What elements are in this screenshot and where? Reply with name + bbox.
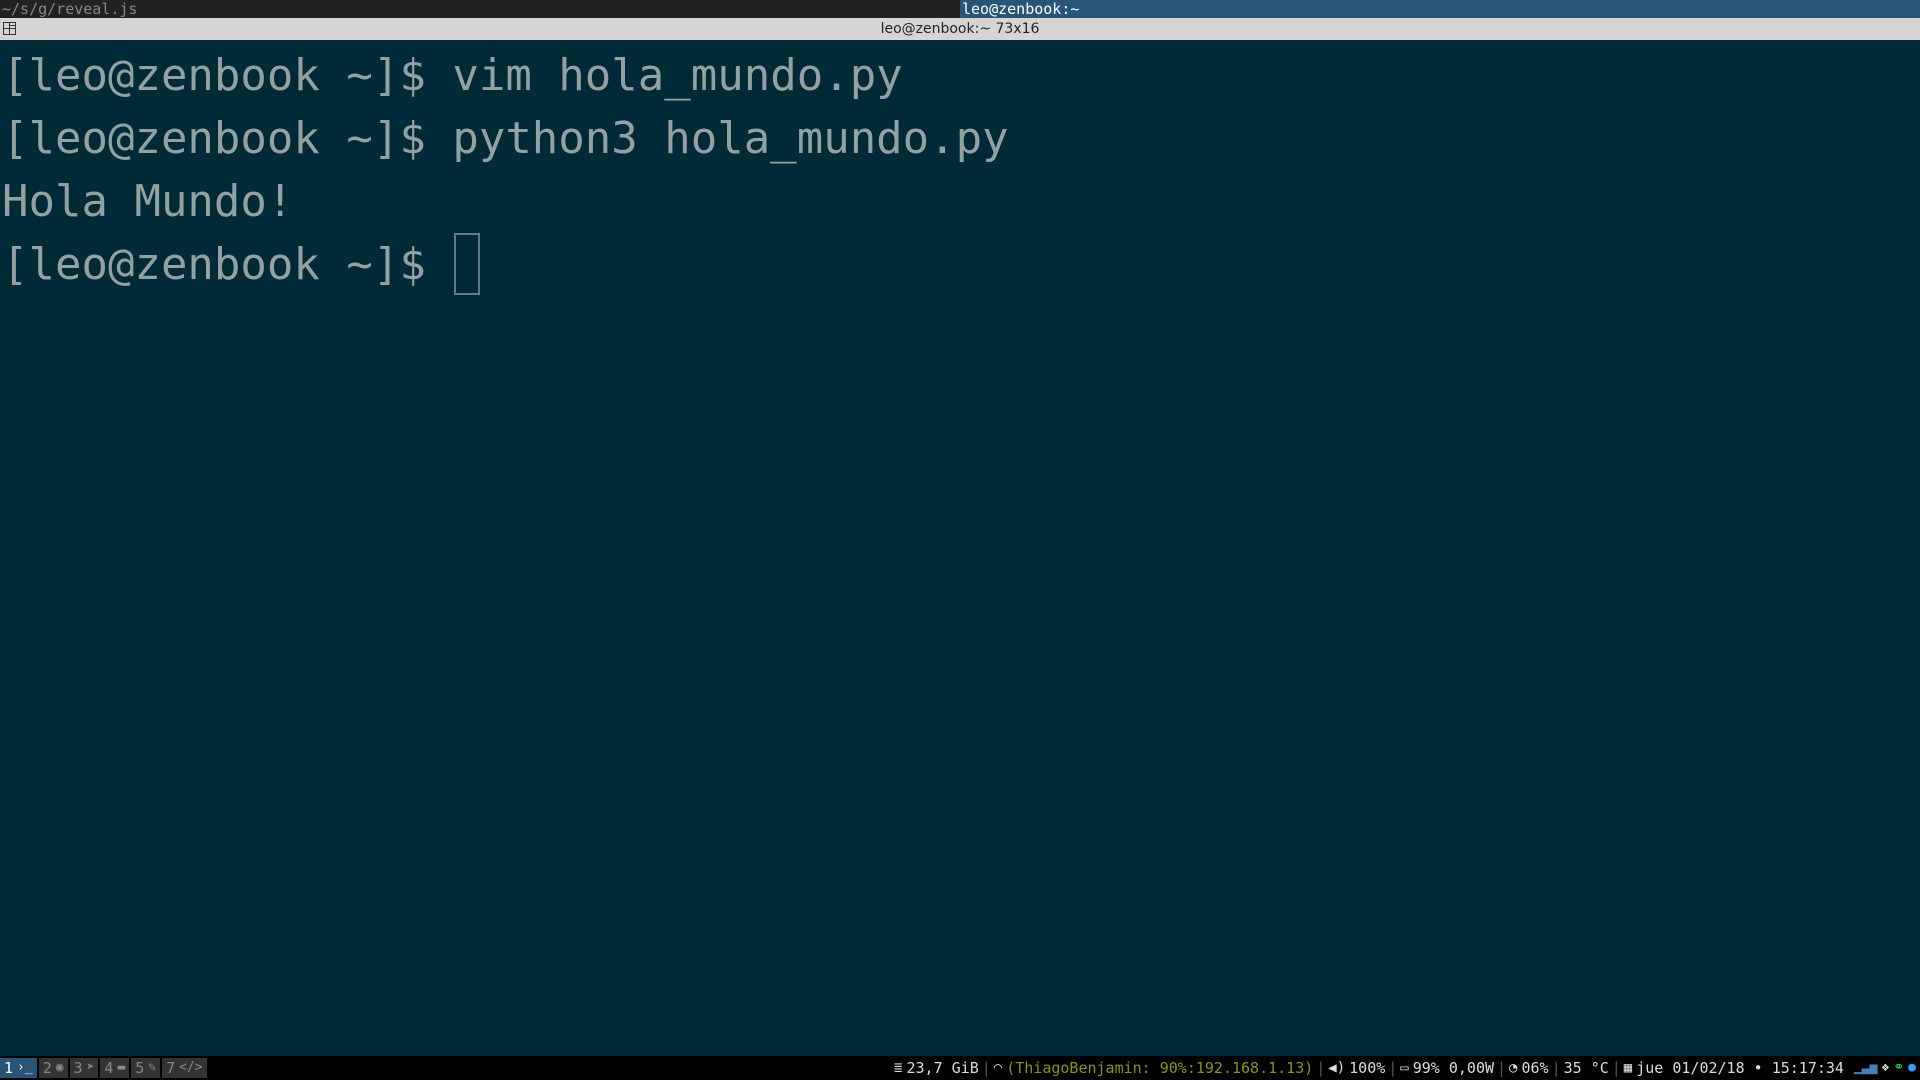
terminal-area[interactable]: [leo@zenbook ~]$ vim hola_mundo.py [leo@… bbox=[0, 40, 1920, 1056]
workspace-3[interactable]: 3 ➤ bbox=[69, 1058, 99, 1078]
workspace-1[interactable]: 1 ›_ bbox=[0, 1058, 37, 1078]
terminal-prompt-line: [leo@zenbook ~]$ bbox=[2, 233, 1920, 296]
workspace-number: 3 bbox=[73, 1059, 83, 1077]
terminal-output: Hola Mundo! bbox=[2, 176, 294, 227]
workspace-2[interactable]: 2 ◉ bbox=[38, 1058, 68, 1078]
terminal-icon: ›_ bbox=[17, 1060, 33, 1075]
cpu-usage: 06% bbox=[1521, 1059, 1549, 1077]
terminal-line: [leo@zenbook ~]$ python3 hola_mundo.py bbox=[2, 113, 1009, 164]
terminal-cursor[interactable] bbox=[453, 233, 480, 295]
status-indicators: ≣ 23,7 GiB | ◠ (ThiagoBenjamin: 90%:192.… bbox=[894, 1056, 1916, 1080]
datetime: jue 01/02/18 • 15:17:34 bbox=[1636, 1059, 1844, 1077]
disk-usage: 23,7 GiB bbox=[906, 1059, 979, 1077]
workspace-list: 1 ›_ 2 ◉ 3 ➤ 4 ▬ 5 ✎ 7 </> bbox=[0, 1058, 209, 1078]
layout-grid-icon[interactable] bbox=[3, 22, 16, 35]
signal-icon[interactable]: ▁▃▅ bbox=[1854, 1056, 1877, 1080]
tab-leo-zenbook[interactable]: leo@zenbook:~ bbox=[960, 0, 1920, 18]
workspace-number: 7 bbox=[166, 1059, 176, 1077]
wrench-icon: ✎ bbox=[148, 1060, 157, 1075]
separator: | bbox=[1497, 1059, 1507, 1077]
workspace-5[interactable]: 5 ✎ bbox=[131, 1058, 161, 1078]
firefox-icon: ◉ bbox=[55, 1060, 64, 1075]
separator: | bbox=[1551, 1059, 1561, 1077]
folder-icon: ▬ bbox=[117, 1060, 126, 1075]
user-icon[interactable]: ● bbox=[1908, 1056, 1916, 1080]
workspace-4[interactable]: 4 ▬ bbox=[100, 1058, 130, 1078]
temperature: 35 °C bbox=[1563, 1059, 1609, 1077]
terminal-line: [leo@zenbook ~]$ vim hola_mundo.py bbox=[2, 50, 903, 101]
battery-icon: ▭ bbox=[1400, 1060, 1409, 1076]
workspace-number: 2 bbox=[42, 1059, 52, 1077]
workspace-number: 5 bbox=[135, 1059, 145, 1077]
separator: | bbox=[981, 1059, 991, 1077]
calendar-icon: ▦ bbox=[1623, 1060, 1633, 1076]
separator: | bbox=[1316, 1059, 1326, 1077]
network-icon[interactable]: ⚭ bbox=[1893, 1056, 1904, 1080]
terminal-prompt: [leo@zenbook ~]$ bbox=[2, 239, 426, 290]
code-icon: </> bbox=[179, 1060, 203, 1075]
dropbox-icon[interactable]: ❖ bbox=[1881, 1056, 1889, 1080]
separator: | bbox=[1388, 1059, 1398, 1077]
window-titlebar[interactable]: leo@zenbook:~ 73x16 bbox=[0, 18, 1920, 40]
telegram-icon: ➤ bbox=[86, 1060, 95, 1075]
battery-status: 99% 0,00W bbox=[1412, 1059, 1495, 1077]
cpu-gauge-icon: ◔ bbox=[1509, 1060, 1518, 1076]
disk-icon: ≣ bbox=[894, 1060, 903, 1076]
wifi-icon: ◠ bbox=[993, 1060, 1003, 1076]
tab-reveal-js[interactable]: ~/s/g/reveal.js bbox=[0, 0, 960, 18]
volume-icon: ◀) bbox=[1328, 1060, 1346, 1076]
wifi-status: (ThiagoBenjamin: 90%:192.168.1.13) bbox=[1006, 1059, 1314, 1077]
volume-level: 100% bbox=[1349, 1059, 1386, 1077]
status-bar: 1 ›_ 2 ◉ 3 ➤ 4 ▬ 5 ✎ 7 </> ≣ 23,7 GiB | … bbox=[0, 1056, 1920, 1080]
workspace-number: 1 bbox=[4, 1059, 14, 1077]
system-tray: ▁▃▅ ❖ ⚭ ● bbox=[1854, 1056, 1916, 1080]
tab-bar: ~/s/g/reveal.js leo@zenbook:~ bbox=[0, 0, 1920, 18]
window-title: leo@zenbook:~ 73x16 bbox=[880, 21, 1040, 37]
workspace-7[interactable]: 7 </> bbox=[162, 1058, 207, 1078]
workspace-number: 4 bbox=[104, 1059, 114, 1077]
separator: | bbox=[1611, 1059, 1621, 1077]
